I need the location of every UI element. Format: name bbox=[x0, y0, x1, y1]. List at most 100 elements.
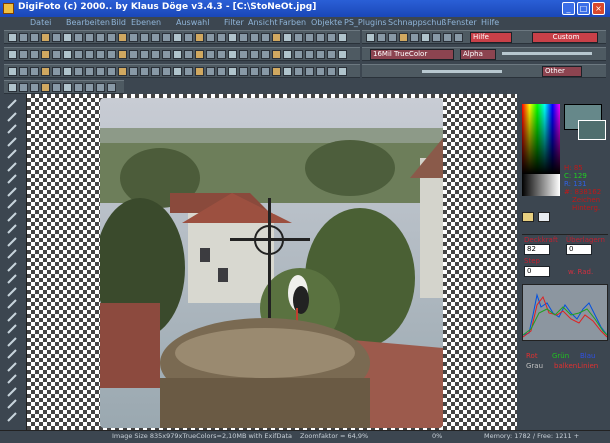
toolbar-icon-button[interactable] bbox=[454, 33, 463, 42]
toolbar-icon-button[interactable] bbox=[261, 50, 270, 59]
toolbar-icon-button[interactable] bbox=[173, 67, 182, 76]
toolbar-icon-button[interactable] bbox=[85, 83, 94, 92]
toolbar-icon-button[interactable] bbox=[184, 33, 193, 42]
toolbar-icon-button[interactable] bbox=[52, 33, 61, 42]
toolbar-icon-button[interactable] bbox=[41, 33, 50, 42]
toolbar-icon-button[interactable] bbox=[228, 67, 237, 76]
toolbar-icon-button[interactable] bbox=[305, 33, 314, 42]
toolbar-icon-button[interactable] bbox=[19, 33, 28, 42]
toolbar-icon-button[interactable] bbox=[41, 83, 50, 92]
menu-objekte[interactable]: Objekte bbox=[311, 18, 342, 27]
tool-button[interactable] bbox=[5, 186, 19, 198]
tool-button[interactable] bbox=[5, 198, 19, 210]
toolbar-icon-button[interactable] bbox=[118, 67, 127, 76]
tool-button[interactable] bbox=[5, 398, 19, 410]
option-hinterg[interactable]: Hinterg. bbox=[572, 204, 600, 212]
tool-button[interactable] bbox=[5, 111, 19, 123]
toolbar-icon-button[interactable] bbox=[118, 50, 127, 59]
toolbar-icon-button[interactable] bbox=[327, 67, 336, 76]
tool-button[interactable] bbox=[5, 373, 19, 385]
toolbar-icon-button[interactable] bbox=[63, 33, 72, 42]
toolbar-icon-button[interactable] bbox=[217, 50, 226, 59]
toolbar-icon-button[interactable] bbox=[388, 33, 397, 42]
toolbar-icon-button[interactable] bbox=[173, 50, 182, 59]
toolbar-icon-button[interactable] bbox=[283, 50, 292, 59]
toolbar-icon-button[interactable] bbox=[140, 50, 149, 59]
menu-farben[interactable]: Farben bbox=[279, 18, 306, 27]
toolbar-icon-button[interactable] bbox=[283, 33, 292, 42]
tool-button[interactable] bbox=[5, 98, 19, 110]
toolbar-icon-button[interactable] bbox=[52, 50, 61, 59]
toolbar-icon-button[interactable] bbox=[140, 33, 149, 42]
toolbar-icon-button[interactable] bbox=[217, 33, 226, 42]
menu-auswahl[interactable]: Auswahl bbox=[176, 18, 209, 27]
toolbar-icon-button[interactable] bbox=[272, 50, 281, 59]
toolbar-icon-button[interactable] bbox=[228, 33, 237, 42]
color-tool-2[interactable] bbox=[538, 212, 550, 222]
tool-button[interactable] bbox=[5, 286, 19, 298]
toolbar-icon-button[interactable] bbox=[228, 50, 237, 59]
toolbar-icon-button[interactable] bbox=[41, 50, 50, 59]
tool-button[interactable] bbox=[5, 236, 19, 248]
size-slider[interactable] bbox=[422, 70, 502, 73]
menu-datei[interactable]: Datei bbox=[30, 18, 51, 27]
toolbar-icon-button[interactable] bbox=[377, 33, 386, 42]
toolbar-icon-button[interactable] bbox=[63, 83, 72, 92]
menu-ps-plugins[interactable]: PS_Plugins bbox=[344, 18, 387, 27]
minimize-button[interactable]: _ bbox=[562, 2, 575, 15]
toolbar-icon-button[interactable] bbox=[107, 50, 116, 59]
toolbar-icon-button[interactable] bbox=[96, 67, 105, 76]
toolbar-icon-button[interactable] bbox=[151, 50, 160, 59]
toolbar-icon-button[interactable] bbox=[85, 67, 94, 76]
toolbar-icon-button[interactable] bbox=[195, 33, 204, 42]
toolbar-icon-button[interactable] bbox=[19, 67, 28, 76]
toolbar-icon-button[interactable] bbox=[250, 67, 259, 76]
toolbar-icon-button[interactable] bbox=[52, 83, 61, 92]
grayscale-strip[interactable] bbox=[522, 174, 560, 196]
toolbar-icon-button[interactable] bbox=[239, 50, 248, 59]
toolbar-icon-button[interactable] bbox=[399, 33, 408, 42]
toolbar-icon-button[interactable] bbox=[261, 33, 270, 42]
toolbar-icon-button[interactable] bbox=[107, 33, 116, 42]
toolbar-icon-button[interactable] bbox=[217, 67, 226, 76]
color-tool-1[interactable] bbox=[522, 212, 534, 222]
w-rad-checkbox[interactable]: w. Rad. bbox=[568, 268, 593, 276]
toolbar-icon-button[interactable] bbox=[63, 67, 72, 76]
toolbar-icon-button[interactable] bbox=[184, 67, 193, 76]
toolbar-icon-button[interactable] bbox=[96, 33, 105, 42]
toolbar-icon-button[interactable] bbox=[107, 83, 116, 92]
checkbox-balken[interactable]: balkenLinien bbox=[554, 362, 598, 370]
menu-ansicht[interactable]: Ansicht bbox=[248, 18, 278, 27]
checkbox-grau[interactable]: Grau bbox=[526, 362, 543, 370]
toolbar-icon-button[interactable] bbox=[151, 33, 160, 42]
tool-button[interactable] bbox=[5, 136, 19, 148]
checkbox-blau[interactable]: Blau bbox=[580, 352, 595, 360]
toolbar-icon-button[interactable] bbox=[96, 83, 105, 92]
menu-schnappschuss[interactable]: Schnappschuß bbox=[388, 18, 446, 27]
tool-button[interactable] bbox=[5, 411, 19, 423]
toolbar-icon-button[interactable] bbox=[30, 83, 39, 92]
toolbar-icon-button[interactable] bbox=[74, 50, 83, 59]
maximize-button[interactable]: □ bbox=[577, 2, 590, 15]
toolbar-icon-button[interactable] bbox=[443, 33, 452, 42]
image-canvas[interactable] bbox=[100, 98, 443, 428]
toolbar-icon-button[interactable] bbox=[283, 67, 292, 76]
ueberlagern-input[interactable]: 0 bbox=[566, 244, 592, 255]
menu-filter[interactable]: Filter bbox=[224, 18, 244, 27]
toolbar-icon-button[interactable] bbox=[162, 33, 171, 42]
custom-field[interactable]: Custom bbox=[532, 32, 598, 43]
menu-fenster[interactable]: Fenster bbox=[447, 18, 477, 27]
toolbar-icon-button[interactable] bbox=[206, 50, 215, 59]
toolbar-icon-button[interactable] bbox=[30, 50, 39, 59]
toolbar-icon-button[interactable] bbox=[19, 50, 28, 59]
toolbar-icon-button[interactable] bbox=[250, 33, 259, 42]
color-picker-spectrum[interactable] bbox=[522, 104, 560, 174]
toolbar-icon-button[interactable] bbox=[316, 33, 325, 42]
checkbox-rot[interactable]: Rot bbox=[526, 352, 538, 360]
toolbar-icon-button[interactable] bbox=[195, 50, 204, 59]
toolbar-icon-button[interactable] bbox=[63, 50, 72, 59]
option-zeichen[interactable]: Zeichen bbox=[572, 196, 600, 204]
tool-button[interactable] bbox=[5, 311, 19, 323]
checkbox-gruen[interactable]: Grün bbox=[552, 352, 569, 360]
toolbar-icon-button[interactable] bbox=[8, 50, 17, 59]
